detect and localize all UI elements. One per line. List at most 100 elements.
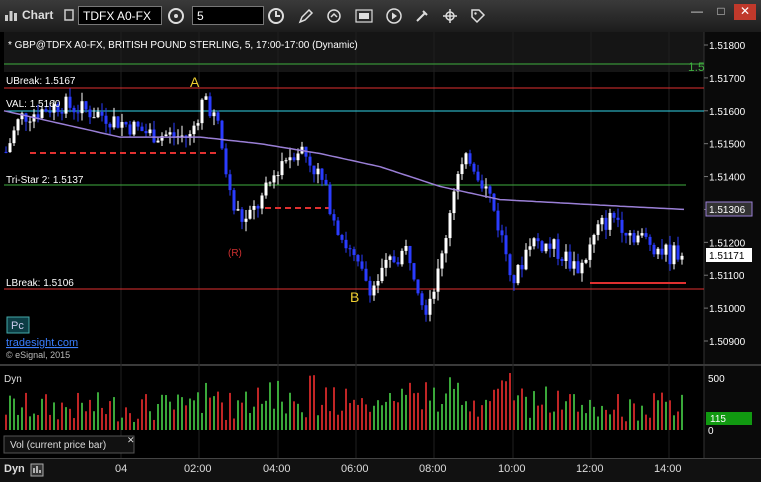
clock-icon[interactable]: [266, 6, 286, 26]
candle-body: [616, 217, 620, 220]
volume-bar: [133, 421, 135, 430]
candle-body: [448, 213, 452, 239]
price-axis-label: 1.51500: [709, 140, 746, 151]
candle-body: [312, 165, 316, 175]
pc-badge[interactable]: Pc: [11, 320, 24, 332]
tag-icon[interactable]: [468, 6, 488, 26]
volume-bar: [105, 414, 107, 430]
candle-body: [236, 209, 240, 211]
candle-body: [484, 186, 488, 189]
volume-bar: [101, 407, 103, 430]
volume-bar: [553, 411, 555, 430]
volume-bar: [465, 401, 467, 430]
volume-bar: [237, 400, 239, 430]
volume-bar: [173, 409, 175, 430]
candle-body: [472, 163, 476, 172]
link-icon[interactable]: [64, 9, 74, 21]
volume-bar: [209, 397, 211, 430]
point-a-label: A: [190, 74, 200, 90]
price-axis-label: 1.51200: [709, 238, 746, 249]
volume-bar: [425, 382, 427, 430]
candle-body: [216, 112, 220, 121]
volume-legend[interactable]: Vol (current price bar): [10, 440, 106, 451]
candle-body: [136, 121, 140, 127]
volume-bar: [221, 402, 223, 430]
pencil-icon[interactable]: [296, 6, 316, 26]
candle-body: [476, 171, 480, 181]
candle-body: [612, 212, 616, 218]
volume-bar: [565, 401, 567, 430]
minimize-button[interactable]: —: [686, 4, 708, 20]
candle-body: [84, 101, 88, 110]
candle-body: [232, 190, 236, 211]
candle-body: [648, 236, 652, 245]
candle-body: [284, 160, 288, 162]
price-axis-label: 1.51100: [709, 271, 745, 282]
play-icon[interactable]: [384, 6, 404, 26]
candle-body: [112, 116, 116, 128]
candle-body: [552, 239, 556, 249]
volume-bar: [457, 382, 459, 430]
candle-body: [324, 179, 328, 185]
interval-input[interactable]: 5: [192, 6, 264, 25]
candle-body: [368, 280, 372, 296]
scale-icon[interactable]: [30, 463, 44, 477]
volume-bar: [353, 399, 355, 430]
candle-body: [72, 107, 76, 113]
volume-bar: [313, 375, 315, 430]
volume-bar: [537, 405, 539, 430]
volume-bar: [549, 412, 551, 430]
candle-body: [260, 195, 264, 209]
candle-body: [572, 261, 576, 269]
volume-bar: [325, 387, 327, 430]
volume-bar: [85, 411, 87, 430]
candle-body: [452, 191, 456, 214]
legend-close-icon[interactable]: ✕: [127, 435, 135, 445]
volume-bar: [605, 409, 607, 430]
settings-icon[interactable]: [412, 6, 432, 26]
candle-body: [80, 101, 84, 114]
volume-bar: [345, 388, 347, 430]
volume-bar: [481, 405, 483, 430]
candle-body: [332, 214, 336, 221]
price-axis-label: 1.51400: [709, 173, 746, 184]
quote-icon[interactable]: [354, 6, 374, 26]
tradesight-link[interactable]: tradesight.com: [6, 337, 78, 349]
tristar-label: Tri-Star 2: 1.5137: [6, 175, 84, 186]
volume-bar: [53, 402, 55, 430]
maximize-button[interactable]: □: [710, 4, 732, 20]
chart-area[interactable]: * GBP@TDFX A0-FX, BRITISH POUND STERLING…: [0, 32, 761, 462]
volume-bar: [309, 375, 311, 430]
volume-bar: [397, 402, 399, 430]
volume-bar: [257, 387, 259, 430]
volume-bar: [73, 418, 75, 430]
volume-bar: [541, 404, 543, 430]
volume-bar: [649, 417, 651, 430]
volume-bar: [337, 414, 339, 430]
candle-body: [128, 124, 132, 135]
close-button[interactable]: ✕: [734, 4, 756, 20]
candle-body: [408, 245, 412, 264]
volume-bar: [461, 404, 463, 430]
crosshair-icon[interactable]: [440, 6, 460, 26]
refresh-icon[interactable]: [324, 6, 344, 26]
volume-bar: [529, 417, 531, 430]
volume-bar: [205, 382, 207, 430]
candle-body: [532, 238, 536, 247]
volume-bar: [189, 398, 191, 430]
candle-body: [520, 264, 524, 270]
candle-body: [68, 96, 72, 108]
volume-bar: [61, 402, 63, 430]
volume-bar: [25, 392, 27, 430]
candle-body: [244, 218, 248, 222]
last-price-badge: 1.51171: [709, 251, 745, 262]
interval-icon[interactable]: [166, 6, 186, 26]
volume-bar: [169, 401, 171, 430]
volume-bar: [193, 400, 195, 430]
candle-body: [380, 267, 384, 282]
volume-bar: [633, 403, 635, 430]
time-axis-label: 06:00: [341, 463, 369, 475]
symbol-input[interactable]: TDFX A0-FX: [78, 6, 162, 25]
candle-body: [352, 249, 356, 256]
volume-bar: [653, 393, 655, 430]
